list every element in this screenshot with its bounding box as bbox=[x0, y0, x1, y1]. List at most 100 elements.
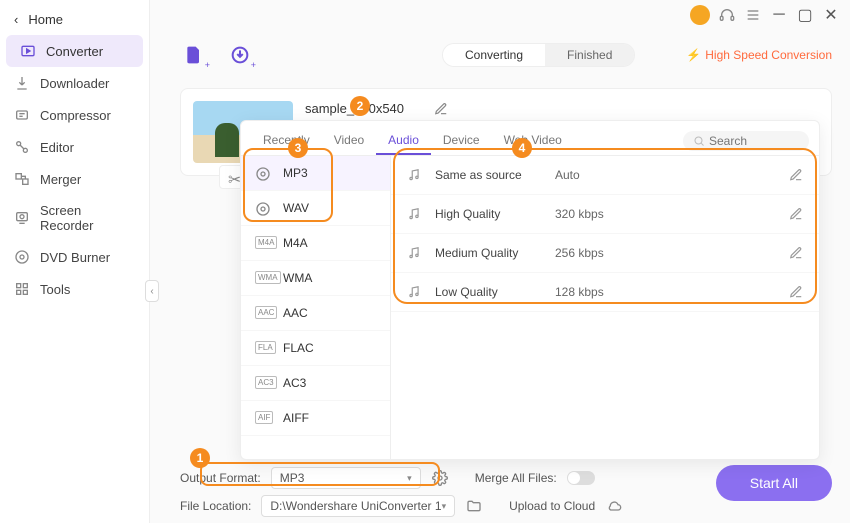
seg-converting[interactable]: Converting bbox=[443, 44, 545, 66]
search-icon bbox=[693, 135, 705, 147]
sidebar-icon bbox=[14, 210, 30, 226]
preset-list: Same as sourceAutoHigh Quality320 kbpsMe… bbox=[391, 156, 819, 459]
headset-icon[interactable] bbox=[718, 6, 736, 24]
preset-rate: Auto bbox=[555, 168, 655, 182]
home-label: Home bbox=[28, 12, 63, 27]
open-folder-icon[interactable] bbox=[465, 498, 483, 514]
sidebar-item-label: Screen Recorder bbox=[40, 203, 135, 233]
music-icon bbox=[407, 207, 423, 221]
preset-row[interactable]: Medium Quality256 kbps bbox=[391, 234, 819, 273]
format-icon: FLA bbox=[255, 341, 273, 355]
music-icon bbox=[407, 285, 423, 299]
plus-icon: + bbox=[251, 60, 256, 70]
status-segmented: Converting Finished bbox=[442, 43, 635, 67]
menu-icon[interactable] bbox=[744, 6, 762, 24]
format-icon: AAC bbox=[255, 306, 273, 320]
rename-icon[interactable] bbox=[434, 102, 448, 116]
format-tab-device[interactable]: Device bbox=[431, 127, 492, 155]
upload-cloud-label: Upload to Cloud bbox=[509, 499, 595, 513]
sidebar-icon bbox=[14, 75, 30, 91]
format-label: AIFF bbox=[283, 411, 309, 425]
format-tab-recently[interactable]: Recently bbox=[251, 127, 322, 155]
preset-row[interactable]: Low Quality128 kbps bbox=[391, 273, 819, 312]
format-icon: AC3 bbox=[255, 376, 273, 390]
format-item-aac[interactable]: AAC AAC bbox=[241, 296, 390, 331]
window-close[interactable]: ✕ bbox=[822, 6, 840, 24]
sidebar-icon bbox=[14, 249, 30, 265]
sidebar-item-label: Downloader bbox=[40, 76, 109, 91]
preset-label: High Quality bbox=[435, 207, 555, 221]
window-maximize[interactable]: ▢ bbox=[796, 6, 814, 24]
format-item-ac3[interactable]: AC3AC3 bbox=[241, 366, 390, 401]
format-icon: WMA bbox=[255, 271, 273, 285]
output-format-settings-icon[interactable] bbox=[431, 470, 449, 486]
preset-label: Low Quality bbox=[435, 285, 555, 299]
chevron-left-icon: ‹ bbox=[14, 12, 18, 27]
format-list: MP3WAVM4AM4AWMAWMAAACAACFLAFLACAC3AC3AIF… bbox=[241, 156, 391, 459]
preset-edit-icon[interactable] bbox=[789, 168, 803, 182]
bottom-bar: Output Format: MP3 ▾ Merge All Files: Fi… bbox=[180, 461, 832, 523]
preset-label: Same as source bbox=[435, 168, 555, 182]
format-item-flac[interactable]: FLA FLAC bbox=[241, 331, 390, 366]
sidebar-item-editor[interactable]: Editor bbox=[0, 131, 149, 163]
format-label: M4A bbox=[283, 236, 308, 250]
preset-row[interactable]: High Quality320 kbps bbox=[391, 195, 819, 234]
sidebar-item-compressor[interactable]: Compressor bbox=[0, 99, 149, 131]
sidebar-icon bbox=[14, 107, 30, 123]
sidebar-item-label: Compressor bbox=[40, 108, 111, 123]
seg-finished[interactable]: Finished bbox=[545, 44, 634, 66]
sidebar-item-downloader[interactable]: Downloader bbox=[0, 67, 149, 99]
cloud-icon[interactable] bbox=[605, 498, 623, 514]
preset-edit-icon[interactable] bbox=[789, 207, 803, 221]
sidebar-item-label: Tools bbox=[40, 282, 70, 297]
avatar[interactable] bbox=[690, 5, 710, 25]
merge-toggle[interactable] bbox=[567, 471, 595, 485]
start-all-button[interactable]: Start All bbox=[716, 465, 832, 501]
music-icon bbox=[407, 168, 423, 182]
preset-edit-icon[interactable] bbox=[789, 246, 803, 260]
chevron-down-icon: ▾ bbox=[407, 473, 412, 484]
format-tab-web-video[interactable]: Web Video bbox=[492, 127, 574, 155]
sidebar: ‹ Home Converter Downloader Compressor Edit… bbox=[0, 0, 150, 523]
output-format-label: Output Format: bbox=[180, 471, 261, 485]
sidebar-item-converter[interactable]: Converter bbox=[6, 35, 143, 67]
format-label: FLAC bbox=[283, 341, 314, 355]
preset-edit-icon[interactable] bbox=[789, 285, 803, 299]
back-home[interactable]: ‹ Home bbox=[0, 4, 149, 35]
format-item-mp3[interactable]: MP3 bbox=[241, 156, 390, 191]
music-icon bbox=[407, 246, 423, 260]
sidebar-item-screen-recorder[interactable]: Screen Recorder bbox=[0, 195, 149, 241]
format-item-wav[interactable]: WAV bbox=[241, 191, 390, 226]
format-icon: AIF bbox=[255, 411, 273, 425]
chevron-down-icon: ▾ bbox=[442, 501, 447, 512]
preset-label: Medium Quality bbox=[435, 246, 555, 260]
format-panel: RecentlyVideoAudioDeviceWeb Video MP3 WAV… bbox=[240, 120, 820, 460]
window-minimize[interactable]: ─ bbox=[770, 6, 788, 24]
sidebar-icon bbox=[14, 171, 30, 187]
file-location-select[interactable]: D:\Wondershare UniConverter 1 ▾ bbox=[261, 495, 455, 517]
format-icon bbox=[255, 166, 273, 180]
sidebar-icon bbox=[14, 139, 30, 155]
format-item-wma[interactable]: WMAWMA bbox=[241, 261, 390, 296]
format-label: AAC bbox=[283, 306, 308, 320]
output-format-value: MP3 bbox=[280, 471, 305, 485]
add-files-button[interactable]: + bbox=[180, 42, 208, 68]
file-location-value: D:\Wondershare UniConverter 1 bbox=[270, 499, 441, 513]
format-item-m4a[interactable]: M4AM4A bbox=[241, 226, 390, 261]
high-speed-conversion[interactable]: ⚡ High Speed Conversion bbox=[686, 48, 832, 62]
format-item-aiff[interactable]: AIF AIFF bbox=[241, 401, 390, 436]
output-format-select[interactable]: MP3 ▾ bbox=[271, 467, 421, 489]
preset-rate: 256 kbps bbox=[555, 246, 655, 260]
bolt-icon: ⚡ bbox=[686, 48, 701, 62]
preset-rate: 320 kbps bbox=[555, 207, 655, 221]
sidebar-item-merger[interactable]: Merger bbox=[0, 163, 149, 195]
download-media-button[interactable]: + bbox=[226, 42, 254, 68]
format-tab-audio[interactable]: Audio bbox=[376, 127, 431, 155]
format-search-input[interactable] bbox=[709, 134, 799, 148]
format-tab-video[interactable]: Video bbox=[322, 127, 376, 155]
sidebar-item-label: DVD Burner bbox=[40, 250, 110, 265]
preset-row[interactable]: Same as sourceAuto bbox=[391, 156, 819, 195]
format-label: WAV bbox=[283, 201, 309, 215]
sidebar-item-dvd-burner[interactable]: DVD Burner bbox=[0, 241, 149, 273]
sidebar-item-tools[interactable]: Tools bbox=[0, 273, 149, 305]
